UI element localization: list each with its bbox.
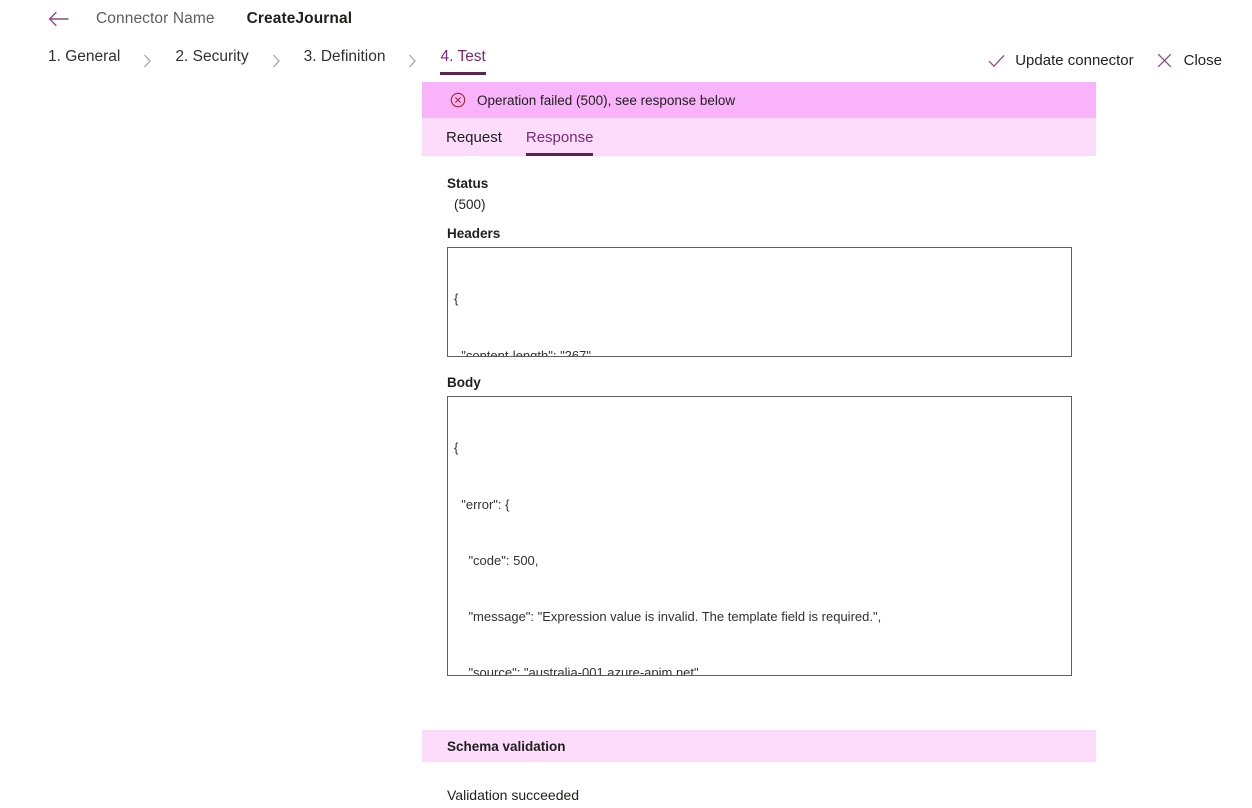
update-connector-button[interactable]: Update connector	[975, 48, 1143, 73]
body-line: "error": {	[454, 496, 510, 512]
error-message: Operation failed (500), see response bel…	[477, 92, 736, 108]
tab-request[interactable]: Request	[434, 118, 514, 156]
body-label: Body	[447, 375, 481, 390]
chevron-right-icon-2	[272, 46, 281, 76]
close-button[interactable]: Close	[1144, 48, 1232, 73]
step-security[interactable]: 2. Security	[171, 42, 252, 80]
close-icon	[1154, 53, 1176, 68]
schema-validation-header: Schema validation	[422, 730, 1096, 762]
chevron-right-icon-3	[408, 46, 417, 76]
status-label: Status	[447, 176, 489, 191]
top-actions: Update connector Close	[975, 48, 1232, 73]
connector-name-label: Connector Name	[96, 10, 215, 27]
step-definition[interactable]: 3. Definition	[300, 42, 390, 80]
chevron-right-icon-1	[143, 46, 152, 76]
error-banner: Operation failed (500), see response bel…	[422, 82, 1096, 118]
wizard-steps: 1. General 2. Security 3. Definition 4. …	[44, 42, 490, 80]
headers-line: {	[454, 291, 459, 307]
response-section: Status (500) Headers { "content-length":…	[422, 156, 1096, 676]
headers-textarea[interactable]: { "content-length": "267", "content-type…	[447, 247, 1072, 357]
arrow-left-icon	[48, 11, 70, 27]
headers-label: Headers	[447, 226, 501, 241]
checkmark-icon	[985, 54, 1007, 68]
close-label: Close	[1183, 52, 1222, 69]
body-textarea[interactable]: { "error": { "code": 500, "message": "Ex…	[447, 396, 1072, 676]
status-value: (500)	[454, 197, 486, 212]
test-panel: Operation failed (500), see response bel…	[422, 82, 1096, 803]
schema-validation-result: Validation succeeded	[447, 787, 580, 803]
top-bar: Connector Name CreateJournal	[0, 0, 1252, 38]
body-line: "message": "Expression value is invalid.…	[454, 608, 882, 624]
page-title: CreateJournal	[246, 10, 353, 27]
tab-response[interactable]: Response	[514, 118, 606, 156]
error-circle-x-icon	[450, 92, 466, 108]
request-response-tabs: Request Response	[422, 118, 1096, 156]
headers-line: "content-length": "267",	[454, 347, 595, 357]
step-test[interactable]: 4. Test	[436, 42, 489, 80]
back-button[interactable]	[44, 4, 74, 34]
update-connector-label: Update connector	[1015, 52, 1134, 69]
body-line: {	[454, 440, 459, 456]
body-line: "source": "australia-001.azure-apim.net"…	[454, 664, 703, 676]
step-general[interactable]: 1. General	[44, 42, 124, 80]
body-line: "code": 500,	[454, 552, 539, 568]
